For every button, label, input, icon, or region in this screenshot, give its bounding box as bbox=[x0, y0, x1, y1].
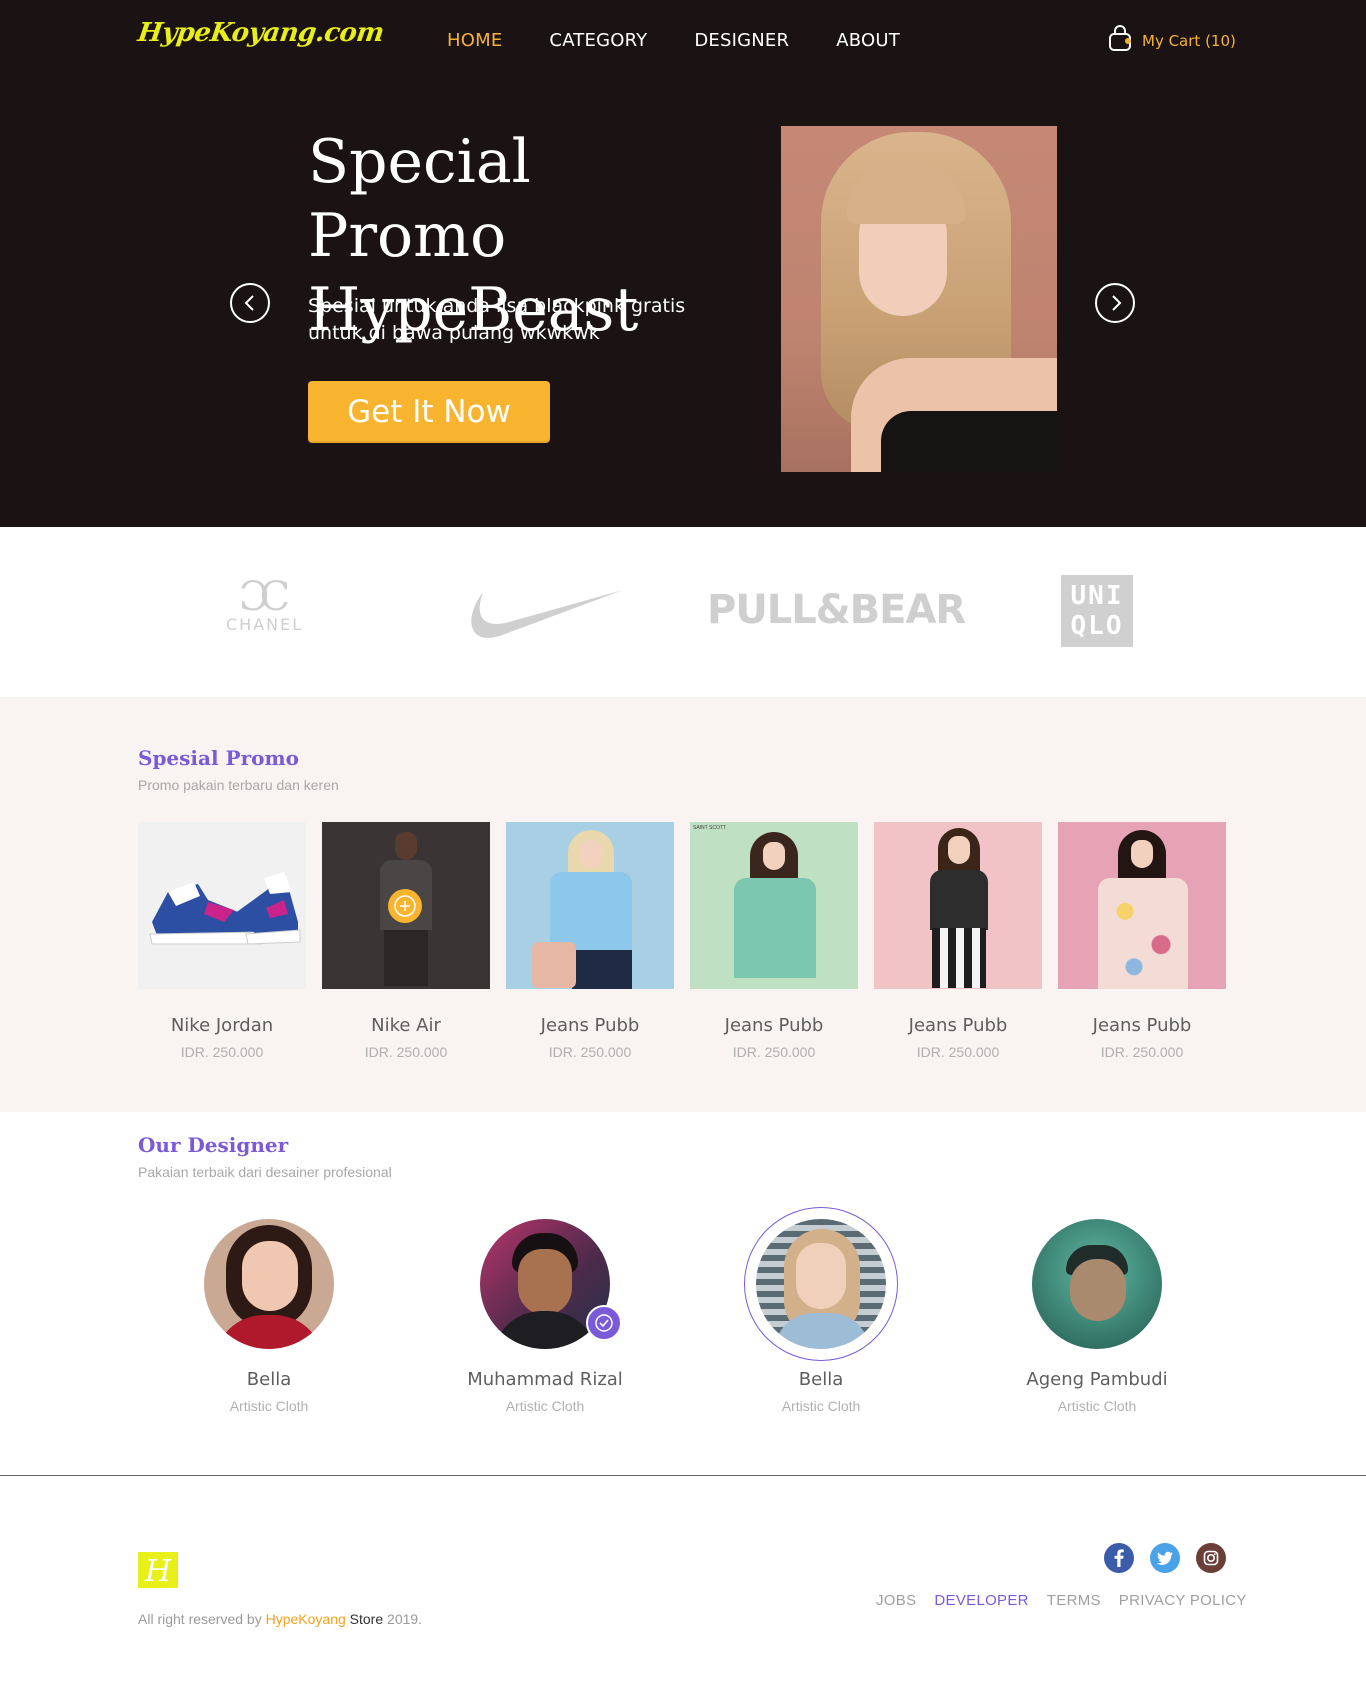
chevron-right-icon bbox=[1112, 295, 1122, 311]
product-card[interactable]: Nike Air IDR. 250.000 bbox=[322, 822, 490, 1060]
carousel-prev-button[interactable] bbox=[230, 283, 270, 323]
product-name: Jeans Pubb bbox=[724, 1015, 824, 1036]
designer-role: Artistic Cloth bbox=[229, 1398, 309, 1414]
chevron-left-icon bbox=[244, 295, 254, 311]
designer-name: Ageng Pambudi bbox=[1026, 1369, 1168, 1390]
chanel-cc-icon: ƆC bbox=[238, 574, 290, 620]
designer-card[interactable]: Ageng Pambudi Artistic Cloth bbox=[997, 1219, 1197, 1414]
nav-designer[interactable]: DESIGNER bbox=[694, 30, 789, 51]
cart-label: My Cart (10) bbox=[1142, 31, 1236, 50]
hero-banner: Special Promo HypeBeast Spesial untuk an… bbox=[0, 80, 1366, 527]
designer-title: Our Designer bbox=[138, 1133, 289, 1157]
avatar bbox=[1032, 1219, 1162, 1349]
carousel-next-button[interactable] bbox=[1095, 283, 1135, 323]
instagram-icon[interactable] bbox=[1196, 1543, 1226, 1573]
product-name: Jeans Pubb bbox=[908, 1015, 1008, 1036]
product-name: Nike Jordan bbox=[170, 1015, 274, 1036]
product-list: Nike Jordan IDR. 250.000 Nike Air IDR. 2… bbox=[138, 822, 1226, 1060]
designer-name: Muhammad Rizal bbox=[467, 1369, 623, 1390]
verified-check-icon bbox=[586, 1305, 622, 1341]
cart-button[interactable]: My Cart (10) bbox=[1108, 24, 1236, 57]
nike-swoosh-logo[interactable] bbox=[465, 582, 625, 649]
nav-home[interactable]: HOME bbox=[447, 30, 502, 51]
promo-subtitle: Promo pakain terbaru dan keren bbox=[138, 777, 339, 793]
product-price: IDR. 250.000 bbox=[916, 1044, 1000, 1060]
twitter-icon[interactable] bbox=[1150, 1543, 1180, 1573]
product-image bbox=[322, 822, 490, 989]
special-promo-section: Spesial Promo Promo pakain terbaru dan k… bbox=[0, 697, 1366, 1112]
product-card[interactable]: Jeans Pubb IDR. 250.000 bbox=[506, 822, 674, 1060]
our-designer-section: Our Designer Pakaian terbaik dari desain… bbox=[0, 1112, 1366, 1474]
add-to-cart-icon[interactable] bbox=[388, 889, 422, 923]
copyright-brand-link[interactable]: HypeKoyang bbox=[266, 1611, 346, 1627]
site-footer: H All right reserved by HypeKoyang Store… bbox=[0, 1476, 1366, 1694]
footer-logo[interactable]: H bbox=[138, 1552, 178, 1589]
shopping-bag-icon bbox=[1108, 24, 1132, 57]
footer-link-jobs[interactable]: JOBS bbox=[876, 1592, 916, 1609]
nav-category[interactable]: CATEGORY bbox=[549, 30, 647, 51]
product-name: Jeans Pubb bbox=[1092, 1015, 1192, 1036]
get-it-now-button[interactable]: Get It Now bbox=[308, 381, 550, 443]
facebook-icon[interactable] bbox=[1104, 1543, 1134, 1573]
product-card[interactable]: Jeans Pubb IDR. 250.000 bbox=[874, 822, 1042, 1060]
product-image bbox=[1058, 822, 1226, 989]
main-nav: HOME CATEGORY DESIGNER ABOUT bbox=[447, 30, 947, 51]
avatar bbox=[756, 1219, 886, 1349]
product-price: IDR. 250.000 bbox=[1100, 1044, 1184, 1060]
avatar bbox=[204, 1219, 334, 1349]
hero-title-line1: Special Promo bbox=[308, 127, 531, 271]
hero-description: Spesial untuk anda lisa blackpink gratis… bbox=[308, 295, 686, 344]
brand-logos-strip: ƆC CHANEL PULL&BEAR UNI QLO bbox=[0, 527, 1366, 697]
nav-about[interactable]: ABOUT bbox=[836, 30, 900, 51]
site-logo[interactable]: HypeKoyang.com bbox=[136, 18, 386, 48]
product-image bbox=[874, 822, 1042, 989]
product-price: IDR. 250.000 bbox=[364, 1044, 448, 1060]
footer-link-terms[interactable]: TERMS bbox=[1047, 1592, 1101, 1609]
product-tag: SAINT SCOTT bbox=[693, 825, 726, 831]
avatar-selected-wrapper bbox=[744, 1207, 898, 1361]
designer-name: Bella bbox=[246, 1369, 292, 1390]
product-name: Jeans Pubb bbox=[540, 1015, 640, 1036]
copyright-text: All right reserved by HypeKoyang Store 2… bbox=[138, 1611, 423, 1627]
product-card[interactable]: SAINT SCOTT Jeans Pubb IDR. 250.000 bbox=[690, 822, 858, 1060]
product-image bbox=[138, 822, 306, 989]
product-name: Nike Air bbox=[371, 1015, 441, 1036]
product-image: SAINT SCOTT bbox=[690, 822, 858, 989]
product-price: IDR. 250.000 bbox=[732, 1044, 816, 1060]
designer-list: Bella Artistic Cloth Muhammad Rizal Arti… bbox=[138, 1207, 1228, 1427]
top-navbar: HypeKoyang.com HOME CATEGORY DESIGNER AB… bbox=[0, 0, 1366, 80]
product-price: IDR. 250.000 bbox=[548, 1044, 632, 1060]
designer-name: Bella bbox=[798, 1369, 844, 1390]
designer-card[interactable]: Bella Artistic Cloth bbox=[169, 1219, 369, 1414]
designer-card[interactable]: Muhammad Rizal Artistic Cloth bbox=[445, 1219, 645, 1414]
hero-model-photo bbox=[781, 126, 1057, 472]
promo-title: Spesial Promo bbox=[138, 746, 299, 770]
designer-subtitle: Pakaian terbaik dari desainer profesiona… bbox=[138, 1164, 392, 1180]
designer-role: Artistic Cloth bbox=[505, 1398, 585, 1414]
product-image bbox=[506, 822, 674, 989]
footer-link-privacy-policy[interactable]: PRIVACY POLICY bbox=[1119, 1592, 1247, 1609]
footer-links: JOBS DEVELOPER TERMS PRIVACY POLICY bbox=[876, 1592, 1247, 1609]
product-card[interactable]: Nike Jordan IDR. 250.000 bbox=[138, 822, 306, 1060]
designer-card-selected[interactable]: Bella Artistic Cloth bbox=[721, 1207, 921, 1414]
chanel-logo[interactable]: ƆC CHANEL bbox=[226, 574, 303, 634]
pull-and-bear-logo[interactable]: PULL&BEAR bbox=[707, 587, 966, 633]
designer-role: Artistic Cloth bbox=[781, 1398, 861, 1414]
product-price: IDR. 250.000 bbox=[180, 1044, 264, 1060]
social-links bbox=[1104, 1543, 1226, 1573]
designer-role: Artistic Cloth bbox=[1057, 1398, 1137, 1414]
product-card[interactable]: Jeans Pubb IDR. 250.000 bbox=[1058, 822, 1226, 1060]
footer-link-developer[interactable]: DEVELOPER bbox=[934, 1592, 1028, 1609]
uniqlo-logo[interactable]: UNI QLO bbox=[1061, 575, 1133, 647]
